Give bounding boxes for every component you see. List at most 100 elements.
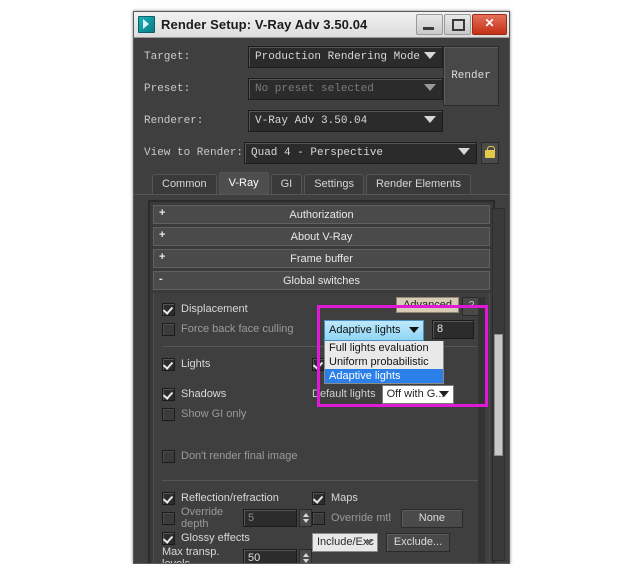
rollout-global-switches[interactable]: - Global switches (153, 271, 490, 290)
lights-row: Lights (162, 354, 312, 374)
default-lights-dropdown[interactable]: Off with G... (381, 384, 454, 404)
show-gi-only-row: Show GI only (162, 404, 312, 424)
panel-scrollbar[interactable] (492, 208, 505, 561)
checkbox-icon (312, 511, 325, 525)
dont-render-final-image-checkbox[interactable]: Don't render final image (162, 449, 297, 463)
override-depth-checkbox[interactable]: Override depth (162, 506, 237, 530)
glossy-effects-row: Glossy effects (162, 528, 312, 548)
dropdown-option-full-lights-evaluation[interactable]: Full lights evaluation (325, 341, 443, 355)
maximize-button[interactable] (444, 14, 471, 35)
view-to-render-value: Quad 4 - Perspective (251, 147, 384, 159)
materials-section: Reflection/refraction Override depth 5 G… (162, 488, 481, 563)
rollout-panel: + Authorization + About V-Ray + Frame bu… (148, 200, 495, 563)
preset-dropdown[interactable]: No preset selected (248, 78, 443, 100)
glossy-effects-label: Glossy effects (181, 532, 250, 544)
chevron-down-icon (409, 327, 419, 333)
rollout-authorization[interactable]: + Authorization (153, 205, 490, 224)
rollout-about-vray[interactable]: + About V-Ray (153, 227, 490, 246)
chevron-down-icon (424, 116, 436, 123)
checkbox-icon (162, 357, 175, 371)
maps-row: Maps (312, 488, 481, 508)
global-switches-body: Advanced ? Displacement Force back face … (153, 293, 490, 563)
target-dropdown[interactable]: Production Rendering Mode (248, 46, 443, 68)
maps-label: Maps (331, 492, 358, 504)
title-bar: Render Setup: V-Ray Adv 3.50.04 ✕ (134, 12, 509, 38)
tab-render-elements[interactable]: Render Elements (365, 174, 471, 194)
materials-right-column: Maps Override mtl None Include/Exc Exclu… (312, 488, 481, 563)
reflection-refraction-row: Reflection/refraction (162, 488, 312, 508)
include-exclude-row: Include/Exc Exclude... (312, 532, 481, 552)
default-lights-value: Off with G... (386, 387, 445, 400)
reflection-refraction-checkbox[interactable]: Reflection/refraction (162, 491, 279, 505)
render-setup-window: Render Setup: V-Ray Adv 3.50.04 ✕ Target… (133, 11, 510, 564)
checkbox-icon (162, 449, 175, 463)
lights-dropdown-selected[interactable]: Adaptive lights (324, 320, 424, 341)
view-to-render-row: View to Render: Quad 4 - Perspective (144, 142, 499, 164)
renderer-dropdown[interactable]: V-Ray Adv 3.50.04 (248, 110, 443, 132)
override-depth-value[interactable]: 5 (243, 509, 297, 527)
tab-vray[interactable]: V-Ray (218, 172, 269, 194)
shadows-label: Shadows (181, 388, 227, 400)
override-mtl-row: Override mtl None (312, 508, 481, 528)
renderer-row: Renderer: V-Ray Adv 3.50.04 (144, 110, 499, 132)
dropdown-option-uniform-probabilistic[interactable]: Uniform probabilistic (325, 355, 443, 369)
render-button[interactable]: Render (443, 46, 499, 106)
checkbox-icon (162, 302, 175, 316)
lights-count-value[interactable]: 8 (432, 320, 474, 339)
lights-evaluation-dropdown[interactable]: Adaptive lights Full lights evaluation U… (324, 320, 444, 384)
panel-scroll-thumb[interactable] (494, 334, 503, 456)
checkbox-icon (312, 491, 325, 505)
rollout-title: Frame buffer (290, 252, 353, 265)
exclude-button[interactable]: Exclude... (386, 532, 450, 552)
reflection-refraction-label: Reflection/refraction (181, 492, 279, 504)
tab-common[interactable]: Common (152, 174, 217, 194)
lock-icon[interactable] (481, 142, 499, 164)
override-depth-row: Override depth 5 (162, 506, 312, 530)
shadows-checkbox[interactable]: Shadows (162, 387, 227, 401)
lights-checkbox[interactable]: Lights (162, 357, 211, 371)
lights-count-stepper[interactable]: 8 (432, 320, 474, 339)
lights-dropdown-options: Full lights evaluation Uniform probabili… (324, 341, 444, 384)
checkbox-icon (162, 531, 175, 545)
inner-scroll-track[interactable] (478, 297, 485, 563)
target-label: Target: (144, 51, 191, 63)
render-target-form: Target: Production Rendering Mode Preset… (134, 38, 509, 172)
displacement-checkbox[interactable]: Displacement (162, 302, 248, 316)
checkbox-icon (162, 407, 175, 421)
expand-icon: + (159, 207, 166, 219)
spinner-arrows-icon[interactable] (299, 509, 312, 527)
show-gi-only-checkbox[interactable]: Show GI only (162, 407, 247, 421)
dont-render-final-image-row: Don't render final image (162, 446, 312, 466)
chevron-down-icon (424, 52, 436, 59)
show-gi-only-label: Show GI only (181, 408, 247, 420)
minimize-button[interactable] (416, 14, 443, 35)
override-mtl-checkbox[interactable]: Override mtl (312, 511, 391, 525)
rollout-frame-buffer[interactable]: + Frame buffer (153, 249, 490, 268)
advanced-button[interactable]: Advanced (396, 297, 459, 313)
view-to-render-dropdown[interactable]: Quad 4 - Perspective (244, 142, 477, 164)
chevron-down-icon (365, 539, 373, 545)
none-button[interactable]: None (400, 508, 463, 528)
checkbox-icon (162, 387, 175, 401)
shadows-row: Shadows (162, 384, 312, 404)
close-button[interactable]: ✕ (472, 14, 507, 35)
glossy-effects-checkbox[interactable]: Glossy effects (162, 531, 250, 545)
lights-label: Lights (181, 358, 211, 370)
checkbox-icon (162, 511, 175, 525)
dropdown-option-adaptive-lights[interactable]: Adaptive lights (325, 369, 443, 383)
tab-settings[interactable]: Settings (304, 174, 364, 194)
include-exclude-dropdown[interactable]: Include/Exc (312, 532, 378, 552)
rollout-title: Authorization (289, 208, 354, 221)
collapse-icon: - (159, 273, 163, 285)
tab-bar: Common V-Ray GI Settings Render Elements (134, 172, 509, 195)
maps-checkbox[interactable]: Maps (312, 491, 358, 505)
checkbox-icon (162, 322, 175, 336)
view-to-render-label: View to Render: (144, 147, 244, 159)
chevron-down-icon (438, 390, 449, 397)
tab-gi[interactable]: GI (270, 174, 303, 194)
override-depth-label: Override depth (181, 506, 224, 530)
expand-icon: + (159, 229, 166, 241)
window-controls: ✕ (415, 14, 507, 35)
force-back-face-culling-checkbox[interactable]: Force back face culling (162, 322, 294, 336)
override-depth-stepper[interactable]: 5 (243, 509, 312, 527)
